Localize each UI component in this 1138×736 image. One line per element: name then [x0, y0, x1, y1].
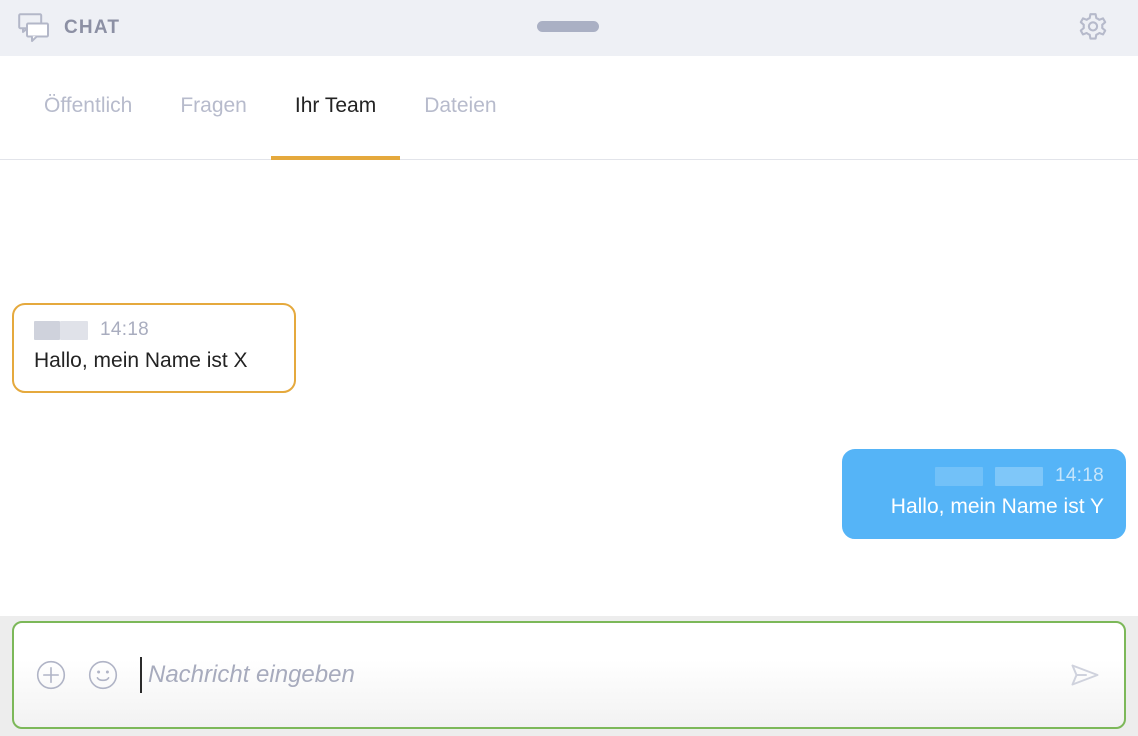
message-text: Hallo, mein Name ist X [34, 349, 248, 372]
text-cursor [140, 657, 142, 693]
title-bar-left-group: CHAT [0, 13, 120, 43]
send-paper-plane-icon [1067, 657, 1103, 693]
message-input[interactable]: Nachricht eingeben [140, 652, 1064, 698]
gear-icon [1075, 10, 1111, 46]
sender-name-redacted-2 [994, 466, 1043, 486]
tab-label: Fragen [180, 94, 247, 117]
tab-fragen[interactable]: Fragen [156, 56, 271, 159]
message-text: Hallo, mein Name ist Y [890, 495, 1104, 518]
composer-area: Nachricht eingeben [0, 616, 1138, 736]
sender-name-redacted-2 [60, 320, 88, 340]
plus-circle-icon[interactable] [36, 660, 66, 690]
tab-list: Öffentlich Fragen Ihr Team Dateien [0, 56, 1138, 160]
send-button[interactable] [1064, 654, 1106, 696]
tab-dateien[interactable]: Dateien [400, 56, 520, 159]
message-meta: 14:18 [34, 319, 274, 341]
active-tab-underline [270, 156, 401, 160]
window-drag-handle[interactable] [537, 21, 599, 32]
message-timestamp: 14:18 [1054, 465, 1104, 486]
settings-button[interactable] [1074, 9, 1112, 47]
message-bubble-incoming[interactable]: 14:18 Hallo, mein Name ist X [12, 303, 296, 393]
window-title-bar: CHAT [0, 0, 1138, 56]
smiley-icon[interactable] [88, 660, 118, 690]
message-list[interactable]: 14:18 Hallo, mein Name ist X 14:18 Hallo… [0, 161, 1138, 616]
tab-oeffentlich[interactable]: Öffentlich [20, 56, 156, 159]
tab-label: Ihr Team [294, 94, 377, 117]
chat-bubbles-icon [18, 13, 50, 43]
message-input-placeholder: Nachricht eingeben [148, 661, 355, 688]
message-composer[interactable]: Nachricht eingeben [12, 621, 1126, 729]
message-timestamp: 14:18 [100, 319, 150, 340]
sender-name-redacted [934, 466, 983, 486]
tab-label: Dateien [424, 94, 497, 117]
message-meta: 14:18 [864, 465, 1104, 487]
message-bubble-outgoing[interactable]: 14:18 Hallo, mein Name ist Y [842, 449, 1126, 539]
composer-icon-group [36, 660, 118, 690]
app-title: CHAT [64, 17, 121, 38]
chat-tab-bar: Öffentlich Fragen Ihr Team Dateien [0, 56, 1138, 160]
tab-label: Öffentlich [44, 94, 133, 117]
sender-name-redacted [34, 320, 60, 340]
tab-ihr-team[interactable]: Ihr Team [270, 56, 401, 160]
